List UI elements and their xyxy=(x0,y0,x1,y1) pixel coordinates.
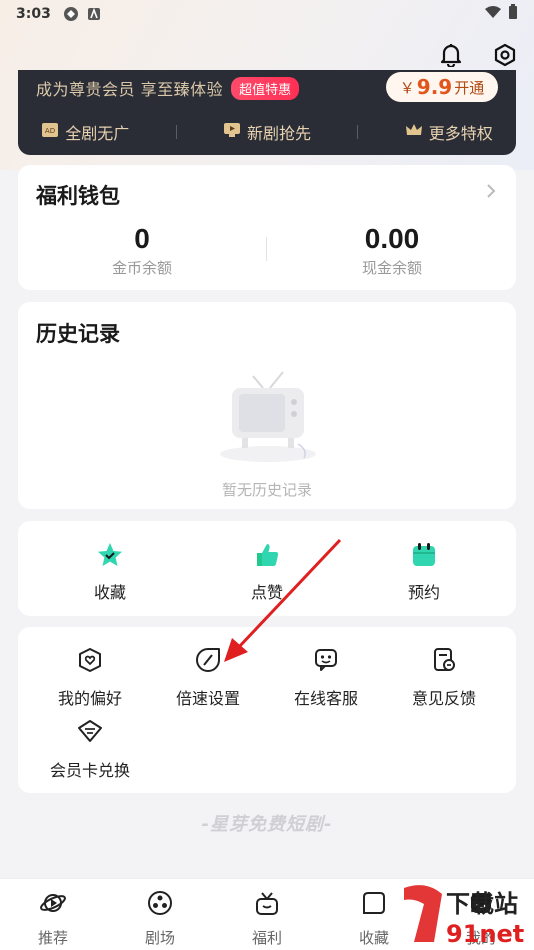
perk-early-access: 新剧抢先 xyxy=(223,120,311,144)
reservations-label: 预约 xyxy=(407,583,440,602)
tools-card: 我的偏好 倍速设置 在线客服 意见反馈 会员卡兑换 xyxy=(18,627,516,793)
svg-text:91net: 91net xyxy=(446,920,524,948)
perk-label: 全剧无广 xyxy=(65,124,130,143)
tab-theater[interactable]: 剧场 xyxy=(120,889,200,948)
tab-welfare-label: 福利 xyxy=(251,929,282,947)
favorites-button[interactable]: 收藏 xyxy=(50,541,170,603)
reservations-button[interactable]: 预约 xyxy=(364,541,484,603)
likes-button[interactable]: 点赞 xyxy=(207,541,327,603)
vip-currency: ￥ xyxy=(399,78,415,97)
quick-actions-card: 收藏 点赞 预约 xyxy=(18,521,516,616)
app-sync-icon xyxy=(63,6,79,22)
customer-service-label: 在线客服 xyxy=(293,689,358,708)
heart-shield-icon xyxy=(79,648,101,672)
perk-label: 更多特权 xyxy=(428,124,493,143)
feedback-icon xyxy=(434,648,455,671)
vip-open-button[interactable]: ￥ 9.9 开通 xyxy=(386,72,498,102)
history-title: 历史记录 xyxy=(36,322,120,346)
vip-card-redeem-button[interactable]: 会员卡兑换 xyxy=(30,719,150,781)
perk-divider xyxy=(357,125,359,139)
folder-icon xyxy=(363,892,385,914)
star-icon xyxy=(98,543,122,566)
settings-gear-icon[interactable] xyxy=(492,42,518,68)
wallet-title: 福利钱包 xyxy=(36,184,120,208)
vip-banner[interactable]: 成为尊贵会员 享至臻体验 超值特惠 ￥ 9.9 开通 AD 全剧无广 新剧抢先 … xyxy=(18,70,516,155)
notification-bell-icon[interactable] xyxy=(438,42,464,68)
status-bar: 3:03 xyxy=(0,0,534,28)
svg-text:AD: AD xyxy=(45,127,55,135)
tab-theater-label: 剧场 xyxy=(144,929,175,947)
film-reel-icon xyxy=(148,891,172,915)
vip-discount-badge: 超值特惠 xyxy=(231,76,300,100)
wallet-divider xyxy=(266,237,267,261)
vip-slogan: 成为尊贵会员 享至臻体验 xyxy=(36,80,224,99)
vip-card-icon xyxy=(78,720,102,742)
tab-welfare[interactable]: 福利 xyxy=(227,889,307,948)
crown-icon xyxy=(405,122,423,142)
history-card: 历史记录 暂无历史记录 xyxy=(18,302,516,509)
perk-no-ads: AD 全剧无广 xyxy=(41,120,129,144)
tab-recommend-label: 推荐 xyxy=(37,929,68,947)
site-watermark-logo: 下载站 91net xyxy=(404,885,524,948)
thumb-icon xyxy=(257,544,279,566)
gift-icon xyxy=(256,892,278,915)
battery-icon xyxy=(508,4,518,24)
cash-balance-value: 0.00 xyxy=(364,223,420,254)
preferences-button[interactable]: 我的偏好 xyxy=(30,647,150,709)
vip-open-label: 开通 xyxy=(454,78,485,97)
vip-price: 9.9 xyxy=(416,75,453,99)
brand-footer: -星芽免费短剧- xyxy=(201,814,333,835)
favorites-label: 收藏 xyxy=(93,583,126,602)
wallet-card[interactable]: 福利钱包 0 金币余额 0.00 现金余额 xyxy=(18,165,516,290)
svg-text:下载站: 下载站 xyxy=(446,890,518,918)
planet-icon xyxy=(40,894,66,912)
preferences-label: 我的偏好 xyxy=(57,689,122,708)
perk-label: 新剧抢先 xyxy=(246,124,311,143)
cash-balance-label: 现金余额 xyxy=(361,259,422,277)
feedback-label: 意见反馈 xyxy=(411,689,476,708)
tab-favorites-label: 收藏 xyxy=(358,929,389,947)
app-a-icon xyxy=(87,7,101,21)
calendar-icon xyxy=(413,543,435,566)
tab-favorites[interactable]: 收藏 xyxy=(334,889,414,948)
wifi-icon xyxy=(484,5,502,23)
chat-bot-icon xyxy=(315,649,337,671)
coin-balance-label: 金币余额 xyxy=(111,259,172,277)
ad-free-icon: AD xyxy=(41,122,59,142)
perk-divider xyxy=(175,125,177,139)
playback-speed-button[interactable]: 倍速设置 xyxy=(148,647,268,709)
early-access-icon xyxy=(223,122,241,142)
feedback-button[interactable]: 意见反馈 xyxy=(384,647,504,709)
status-time: 3:03 xyxy=(16,6,51,22)
likes-label: 点赞 xyxy=(250,583,283,602)
vip-card-redeem-label: 会员卡兑换 xyxy=(49,761,130,780)
coin-balance-value: 0 xyxy=(134,223,150,254)
playback-speed-label: 倍速设置 xyxy=(175,689,240,708)
empty-tv-illustration-icon xyxy=(220,371,316,462)
cash-balance[interactable]: 0.00 现金余额 xyxy=(312,223,472,278)
customer-service-button[interactable]: 在线客服 xyxy=(266,647,386,709)
speed-icon xyxy=(196,648,220,672)
chevron-right-icon[interactable] xyxy=(486,183,496,203)
tab-recommend[interactable]: 推荐 xyxy=(13,889,93,948)
coin-balance[interactable]: 0 金币余额 xyxy=(62,223,222,278)
history-empty-text: 暂无历史记录 xyxy=(221,481,312,499)
perk-more-privileges: 更多特权 xyxy=(405,120,493,144)
